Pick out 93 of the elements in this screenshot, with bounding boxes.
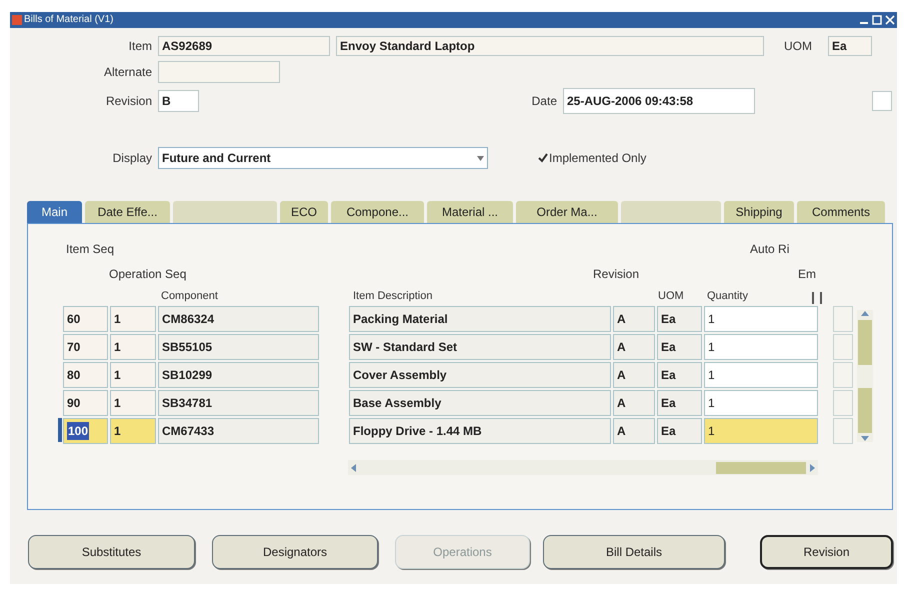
item-field[interactable]: AS92689 [158,36,330,56]
scroll-thumb[interactable] [858,320,872,365]
scroll-up-icon[interactable] [861,310,869,316]
description-field[interactable]: Envoy Standard Laptop [336,36,764,56]
table-cell[interactable] [833,418,853,444]
tab[interactable]: ECO [280,201,328,223]
table-cell[interactable]: 1 [704,362,818,388]
tab[interactable]: Material ... [427,201,513,223]
action-button[interactable]: Substitutes [28,535,195,569]
window-title: Bills of Material (V1) [24,15,114,25]
column-header: Auto Ri [750,241,790,258]
table-cell[interactable] [833,306,853,332]
action-button[interactable]: Designators [212,535,378,569]
table-cell[interactable]: A [613,334,655,360]
table-cell[interactable]: Base Assembly [349,390,611,416]
date-field[interactable]: 25-AUG-2006 09:43:58 [563,88,755,114]
column-header: Item Seq [66,241,114,258]
table-cell[interactable]: 1 [704,334,818,360]
table-cell[interactable] [833,362,853,388]
scroll-down-icon[interactable] [861,436,869,442]
window-icon [12,15,22,25]
action-button: Operations [395,535,530,569]
tab[interactable]: Date Effe... [85,201,170,223]
table-cell[interactable]: 70 [63,334,108,360]
display-dropdown[interactable]: Future and Current [158,147,488,169]
table-cell[interactable]: 60 [63,306,108,332]
bracket-icon [812,292,822,304]
small-field[interactable] [872,91,892,111]
table-cell[interactable]: Cover Assembly [349,362,611,388]
checkbox-label: Implemented Only [549,150,646,167]
field-label: Date [530,93,558,110]
vertical-scrollbar[interactable] [857,310,873,442]
tab[interactable]: Comments [797,201,885,223]
maximize-icon[interactable] [872,15,882,25]
column-header: Revision [593,266,640,283]
field-label: Display [112,150,153,167]
tab[interactable]: Compone... [331,201,424,223]
table-cell[interactable]: SW - Standard Set [349,334,611,360]
field-label: Item [128,38,153,55]
table-cell[interactable]: A [613,390,655,416]
close-icon[interactable] [885,15,895,25]
field-label: UOM [784,38,813,55]
horizontal-scrollbar[interactable] [348,460,818,475]
column-header: Em [798,266,816,283]
table-cell[interactable]: SB55105 [158,334,319,360]
tab[interactable]: Main [27,201,82,223]
table-cell[interactable]: 90 [63,390,108,416]
column-header: Component [161,288,219,304]
table-cell[interactable]: A [613,362,655,388]
uom-field[interactable]: Ea [828,36,872,56]
table-cell[interactable]: 1 [110,362,156,388]
scroll-thumb[interactable] [716,462,806,474]
column-header: Operation Seq [109,266,188,283]
table-cell[interactable]: Ea [657,334,702,360]
table-cell[interactable]: A [613,306,655,332]
table-cell[interactable]: 1 [110,334,156,360]
column-header: Item Description [353,288,434,304]
alternate-field[interactable] [158,61,280,83]
table-cell[interactable]: Packing Material [349,306,611,332]
scroll-left-icon[interactable] [350,464,356,472]
action-button[interactable]: Bill Details [543,535,725,569]
table-cell[interactable]: 100 [63,418,108,444]
action-button[interactable]: Revision [760,535,893,569]
table-cell[interactable]: Ea [657,390,702,416]
table-cell[interactable]: CM67433 [158,418,319,444]
table-cell[interactable]: SB10299 [158,362,319,388]
table-cell[interactable]: Ea [657,306,702,332]
field-label: Alternate [102,64,153,81]
table-cell[interactable]: Ea [657,418,702,444]
column-header: Quantity [707,288,748,304]
table-cell[interactable]: 1 [704,306,818,332]
table-cell[interactable]: SB34781 [158,390,319,416]
table-cell[interactable]: 1 [110,418,156,444]
column-header: UOM [658,288,685,304]
table-cell[interactable]: A [613,418,655,444]
table-cell[interactable]: 1 [110,306,156,332]
table-cell[interactable]: CM86324 [158,306,319,332]
table-cell[interactable] [833,390,853,416]
revision-field[interactable]: B [158,90,199,112]
caret-icon [477,156,484,160]
table-cell[interactable]: 1 [110,390,156,416]
scroll-right-icon[interactable] [810,464,816,472]
table-cell[interactable]: 1 [704,418,818,444]
field-label: Revision [104,93,153,110]
table-cell[interactable] [833,334,853,360]
tab[interactable]: Shipping [724,201,794,223]
table-cell[interactable]: Ea [657,362,702,388]
tab[interactable]: Order Ma... [516,201,618,223]
table-cell[interactable]: Floppy Drive - 1.44 MB [349,418,611,444]
table-cell[interactable]: 1 [704,390,818,416]
check-mark-icon[interactable] [538,153,548,163]
scroll-thumb[interactable] [858,388,872,433]
table-cell[interactable]: 80 [63,362,108,388]
